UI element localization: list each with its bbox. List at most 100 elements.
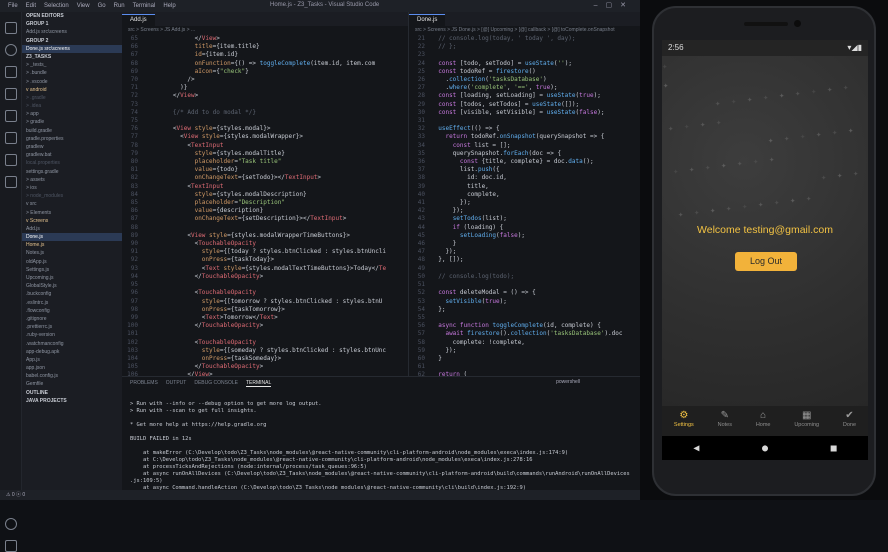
code-line[interactable]: 23 xyxy=(409,51,640,59)
window-controls[interactable]: –▢✕ xyxy=(594,1,634,9)
explorer-item[interactable]: > .bundle xyxy=(22,69,122,77)
explorer-item[interactable]: > node_modules xyxy=(22,192,122,200)
explorer-item[interactable]: babel.config.js xyxy=(22,372,122,380)
code-line[interactable]: 95 xyxy=(122,281,408,289)
nav-tab-upcoming[interactable]: ▦ Upcoming xyxy=(794,406,819,436)
code-line[interactable]: 41 }); xyxy=(409,199,640,207)
extensions-icon[interactable] xyxy=(4,110,17,122)
tab-add-js[interactable]: Add.js xyxy=(122,14,155,26)
breadcrumb[interactable]: src > Screens > JS Add.js > ... xyxy=(122,26,408,35)
code-line[interactable]: 103 style={[someday ? styles.btnClicked … xyxy=(122,347,408,355)
code-line[interactable]: 30 const [visible, setVisible] = useStat… xyxy=(409,109,640,117)
code-line[interactable]: 104 onPress={taskSomeday}> xyxy=(122,355,408,363)
code-line[interactable]: 72 </View> xyxy=(122,92,408,100)
remote-icon[interactable] xyxy=(4,132,17,144)
source-control-icon[interactable] xyxy=(4,66,17,78)
code-line[interactable]: 84 style={styles.modalDescription} xyxy=(122,191,408,199)
explorer-item[interactable]: > .gradle xyxy=(22,94,122,102)
code-line[interactable]: 53 setVisible(true); xyxy=(409,298,640,306)
explorer-item[interactable]: .prettierrc.js xyxy=(22,323,122,331)
code-line[interactable]: 34 const list = []; xyxy=(409,142,640,150)
explorer-item[interactable]: > _tests_ xyxy=(22,61,122,69)
code-line[interactable]: 99 <Text>Tomorrow</Text> xyxy=(122,314,408,322)
explorer-item[interactable]: app-debug.apk xyxy=(22,348,122,356)
code-line[interactable]: 42 }); xyxy=(409,207,640,215)
code-line[interactable]: 81 value={todo} xyxy=(122,166,408,174)
back-icon[interactable]: ◀ xyxy=(693,443,699,454)
code-line[interactable]: 87 onChangeText={setDescription}></TextI… xyxy=(122,215,408,223)
code-line[interactable]: 82 onChangeText={setTodo}></TextInput> xyxy=(122,174,408,182)
nav-tab-settings[interactable]: ⚙ Settings xyxy=(674,406,694,436)
code-area-left[interactable]: 65 </View> 66 title={item.title} 67 id={it… xyxy=(122,35,408,376)
menu-view[interactable]: View xyxy=(77,3,90,9)
explorer-item[interactable]: Notes.js xyxy=(22,249,122,257)
code-line[interactable]: 50 // console.log(todo); xyxy=(409,273,640,281)
code-line[interactable]: 60 } xyxy=(409,355,640,363)
explorer-item[interactable]: Add.js xyxy=(22,225,122,233)
explorer-item[interactable]: v Screens xyxy=(22,217,122,225)
explorer-item[interactable]: > ios xyxy=(22,184,122,192)
home-icon[interactable]: ● xyxy=(762,443,768,454)
breadcrumb[interactable]: src > Screens > JS Done.js > [@] Upcomin… xyxy=(409,26,640,35)
editor-left[interactable]: Add.js src > Screens > JS Add.js > ... 6… xyxy=(122,12,408,376)
code-line[interactable]: 49 xyxy=(409,265,640,273)
panel-tab-terminal[interactable]: TERMINAL xyxy=(245,380,272,387)
explorer-item[interactable]: Gemfile xyxy=(22,380,122,388)
explorer-item[interactable]: .eslintrc.js xyxy=(22,299,122,307)
code-line[interactable]: 22 // }; xyxy=(409,43,640,51)
explorer-item[interactable]: > .idea xyxy=(22,102,122,110)
menu-selection[interactable]: Selection xyxy=(44,3,69,9)
code-line[interactable]: 35 querySnapshot.forEach(doc => { xyxy=(409,150,640,158)
menu-file[interactable]: File xyxy=(8,3,18,9)
explorer-item[interactable]: GROUP 2 xyxy=(22,37,122,45)
explorer-item[interactable]: settings.gradle xyxy=(22,168,122,176)
nav-tab-home[interactable]: ⌂ Home xyxy=(756,406,771,436)
code-line[interactable]: 77 <View style={styles.modalWrapper}> xyxy=(122,133,408,141)
code-line[interactable]: 45 setLoading(false); xyxy=(409,232,640,240)
code-line[interactable]: 21 // console.log(today, ' today ', day)… xyxy=(409,35,640,43)
explorer-item[interactable]: Settings.js xyxy=(22,266,122,274)
code-line[interactable]: 93 <Text style={styles.modalTextTimeButt… xyxy=(122,265,408,273)
explorer-item[interactable]: oldApp.js xyxy=(22,258,122,266)
explorer-item[interactable]: .gitignore xyxy=(22,315,122,323)
menu-run[interactable]: Run xyxy=(114,3,125,9)
code-line[interactable]: 101 xyxy=(122,330,408,338)
terminal-shell-label[interactable]: powershell xyxy=(556,379,580,385)
panel-tab-output[interactable]: OUTPUT xyxy=(166,380,187,386)
explorer-icon[interactable] xyxy=(4,22,17,34)
code-line[interactable]: 61 xyxy=(409,363,640,371)
explorer-item[interactable]: .ruby-version xyxy=(22,331,122,339)
code-line[interactable]: 97 style={[tomorrow ? styles.btnClicked … xyxy=(122,298,408,306)
explorer-item[interactable]: .flowconfig xyxy=(22,307,122,315)
code-line[interactable]: 90 <TouchableOpacity xyxy=(122,240,408,248)
run-debug-icon[interactable] xyxy=(4,88,17,100)
explorer-item[interactable]: .watchmanconfig xyxy=(22,340,122,348)
code-line[interactable]: 78 <TextInput xyxy=(122,142,408,150)
explorer-item[interactable]: Done.js src\screens xyxy=(22,44,122,53)
code-line[interactable]: 68 onFunction={() => toggleComplete(item… xyxy=(122,60,408,68)
explorer-item[interactable]: gradlew xyxy=(22,143,122,151)
code-area-right[interactable]: 21 // console.log(today, ' today ', day)… xyxy=(409,35,640,376)
code-line[interactable]: 74 {/* Add to do modal */} xyxy=(122,109,408,117)
explorer-item[interactable]: > app xyxy=(22,110,122,118)
code-line[interactable]: 94 </TouchableOpacity> xyxy=(122,273,408,281)
code-line[interactable]: 92 onPress={taskToday}> xyxy=(122,256,408,264)
explorer-item[interactable]: local.properties xyxy=(22,159,122,167)
account-icon[interactable] xyxy=(4,518,17,530)
explorer-item[interactable]: v src xyxy=(22,200,122,208)
code-line[interactable]: 32 useEffect(() => { xyxy=(409,125,640,133)
code-line[interactable]: 26 .collection('tasksDatabase') xyxy=(409,76,640,84)
tab-done-js[interactable]: Done.js xyxy=(409,14,446,26)
code-line[interactable]: 75 xyxy=(122,117,408,125)
explorer-item[interactable]: > assets xyxy=(22,176,122,184)
code-line[interactable]: 25 const todoRef = firestore() xyxy=(409,68,640,76)
code-line[interactable]: 27 .where('complete', '==', true); xyxy=(409,84,640,92)
code-line[interactable]: 70 /> xyxy=(122,76,408,84)
code-line[interactable]: 38 id: doc.id, xyxy=(409,174,640,182)
code-line[interactable]: 85 placeholder="Description" xyxy=(122,199,408,207)
testing-icon[interactable] xyxy=(4,176,17,188)
code-line[interactable]: 29 const [todos, setTodos] = useState([]… xyxy=(409,101,640,109)
code-line[interactable]: 40 complete, xyxy=(409,191,640,199)
explorer-item[interactable]: OUTLINE xyxy=(22,389,122,397)
code-line[interactable]: 83 <TextInput xyxy=(122,183,408,191)
